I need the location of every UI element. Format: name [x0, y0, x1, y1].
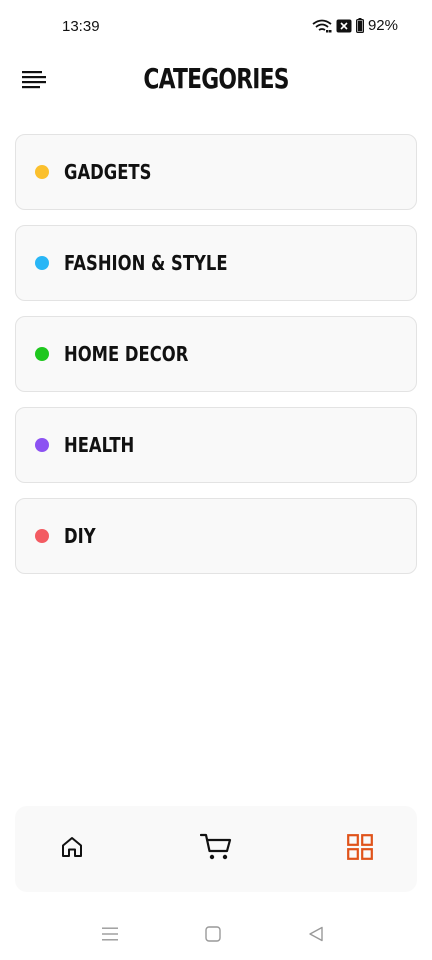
- nav-cart-button[interactable]: [186, 806, 246, 892]
- category-card-fashion-style[interactable]: FASHION & STYLE: [15, 225, 417, 301]
- category-card-health[interactable]: HEALTH: [15, 407, 417, 483]
- recents-button[interactable]: [98, 924, 122, 948]
- category-color-dot: [35, 438, 49, 452]
- hamburger-menu-icon: [21, 69, 47, 94]
- category-list: GADGETS FASHION & STYLE HOME DECOR HEALT…: [15, 134, 417, 589]
- battery-percent: 92%: [367, 17, 398, 34]
- category-color-dot: [35, 529, 49, 543]
- status-icons: 92%: [312, 17, 398, 34]
- home-icon: [60, 835, 84, 864]
- page-title: CATEGORIES: [143, 62, 289, 95]
- category-color-dot: [35, 256, 49, 270]
- category-label: HEALTH: [64, 433, 135, 457]
- home-square-icon: [205, 925, 221, 947]
- wifi-icon: [312, 18, 332, 34]
- nav-home-button[interactable]: [42, 806, 102, 892]
- category-card-home-decor[interactable]: HOME DECOR: [15, 316, 417, 392]
- back-triangle-icon: [308, 926, 324, 947]
- app-header: CATEGORIES: [0, 56, 432, 106]
- bottom-nav: [15, 806, 417, 892]
- menu-button[interactable]: [20, 69, 48, 93]
- category-color-dot: [35, 165, 49, 179]
- category-label: FASHION & STYLE: [64, 251, 228, 275]
- sim-off-icon: [336, 19, 352, 33]
- category-label: HOME DECOR: [64, 342, 189, 366]
- category-card-diy[interactable]: DIY: [15, 498, 417, 574]
- cart-icon: [199, 832, 232, 867]
- system-home-button[interactable]: [201, 924, 225, 948]
- category-label: GADGETS: [64, 160, 152, 184]
- status-time: 13:39: [62, 18, 100, 35]
- nav-categories-button[interactable]: [330, 806, 390, 892]
- battery-icon: [355, 18, 364, 33]
- category-color-dot: [35, 347, 49, 361]
- back-button[interactable]: [304, 924, 328, 948]
- status-bar: 13:39 92%: [0, 0, 432, 56]
- categories-grid-icon: [347, 833, 373, 865]
- system-nav-bar: [0, 912, 432, 960]
- category-label: DIY: [64, 524, 96, 548]
- category-card-gadgets[interactable]: GADGETS: [15, 134, 417, 210]
- recents-icon: [101, 926, 119, 947]
